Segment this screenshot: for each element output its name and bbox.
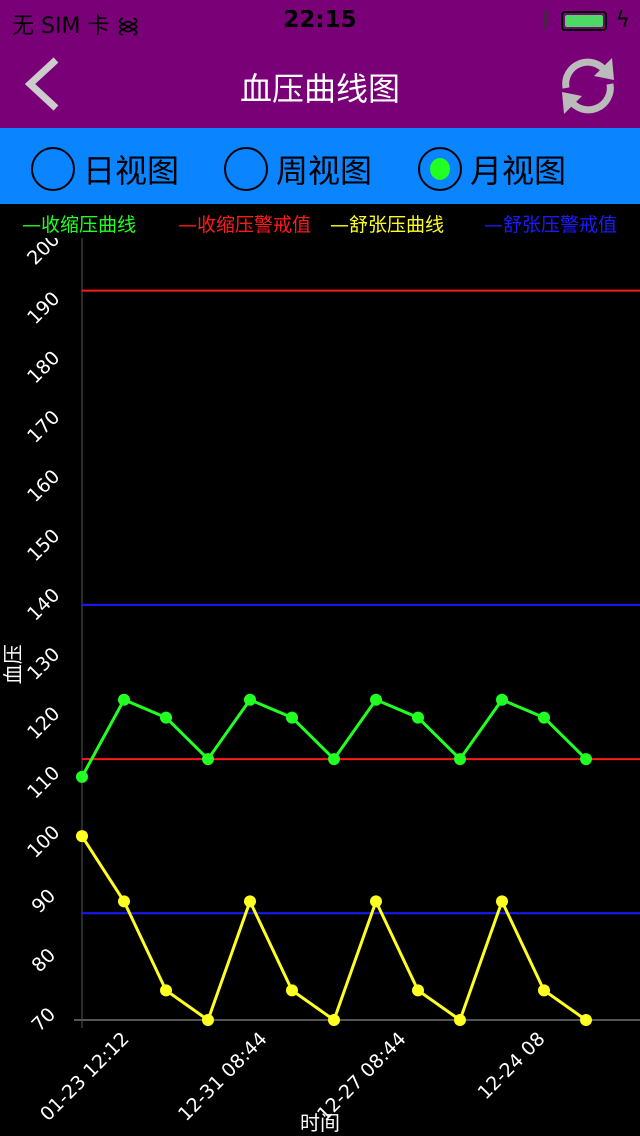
data-point — [454, 1014, 466, 1026]
data-point — [202, 1014, 214, 1026]
data-point — [580, 753, 592, 766]
y-tick-label: 90 — [27, 885, 60, 918]
legend-diastolic: —舒张压曲线 — [330, 214, 445, 236]
data-point — [412, 984, 424, 997]
legend-systolic: —收缩压曲线 — [22, 214, 137, 236]
radio-button[interactable] — [31, 147, 75, 191]
data-point — [496, 895, 508, 908]
radio-button[interactable] — [224, 147, 268, 191]
data-point — [118, 895, 130, 908]
y-axis-label: 血压 — [1, 644, 25, 684]
data-point — [286, 711, 298, 724]
legend-diastolic-alert: —舒张压警戒值 — [484, 214, 618, 236]
refresh-icon[interactable] — [556, 54, 620, 118]
nav-bar: 血压曲线图 — [0, 40, 640, 128]
x-tick-label: 12-27 08:44 — [313, 1028, 411, 1126]
y-tick-label: 80 — [27, 944, 60, 977]
series-line — [80, 697, 588, 778]
data-point — [160, 711, 172, 724]
battery-icon — [561, 10, 608, 31]
data-point — [538, 984, 550, 997]
data-point — [244, 693, 256, 706]
data-point — [370, 895, 382, 908]
tab-day[interactable]: 日视图 — [31, 146, 179, 192]
data-point — [580, 1014, 592, 1026]
page-title: 血压曲线图 — [239, 70, 400, 108]
x-tick-label: 01-23 12:12 — [36, 1028, 134, 1126]
data-point — [160, 984, 172, 997]
data-point — [454, 753, 466, 766]
y-tick-label: 70 — [27, 1003, 60, 1036]
legend-systolic-alert: —收缩压警戒值 — [178, 214, 312, 236]
data-point — [538, 711, 550, 724]
status-bar: 无 SIM 卡 ᯼ 22:15 ᛒϟ — [0, 0, 640, 40]
y-tick-label: 140 — [23, 584, 64, 625]
y-tick-label: 100 — [23, 821, 64, 862]
y-tick-label: 120 — [23, 703, 64, 744]
data-point — [286, 984, 298, 997]
view-tabs: 日视图 周视图 月视图 — [0, 128, 640, 204]
data-point — [76, 770, 88, 783]
tab-month[interactable]: 月视图 — [418, 146, 566, 192]
y-tick-label: 160 — [23, 465, 64, 506]
y-tick-label: 150 — [23, 525, 64, 566]
x-tick-label: 12-24 08 — [474, 1028, 550, 1104]
data-point — [328, 753, 340, 766]
radio-button-selected[interactable] — [418, 147, 462, 191]
data-point — [328, 1014, 340, 1026]
y-tick-label: 190 — [23, 288, 64, 329]
data-point — [202, 753, 214, 766]
bluetooth-icon: ᛒ — [540, 8, 554, 33]
data-point — [496, 693, 508, 706]
data-point — [118, 693, 130, 706]
charging-icon: ϟ — [615, 8, 630, 33]
data-point — [412, 711, 424, 724]
data-point — [370, 693, 382, 706]
y-tick-label: 180 — [23, 347, 64, 388]
y-tick-label: 170 — [23, 406, 64, 447]
tab-week[interactable]: 周视图 — [224, 146, 372, 192]
chart-legend: —收缩压曲线 —收缩压警戒值 —舒张压曲线 —舒张压警戒值 — [0, 206, 640, 238]
x-tick-label: 12-31 08:44 — [174, 1028, 272, 1126]
y-tick-label: 200 — [23, 238, 64, 269]
y-tick-label: 130 — [23, 643, 64, 684]
series-line — [80, 835, 587, 1023]
y-tick-label: 110 — [23, 762, 64, 803]
data-point — [76, 830, 88, 843]
blood-pressure-chart: 70 80 90 100 110 120 130 140 150 160 170 180 190 200 血… — [1, 238, 640, 1135]
data-point — [244, 895, 256, 908]
